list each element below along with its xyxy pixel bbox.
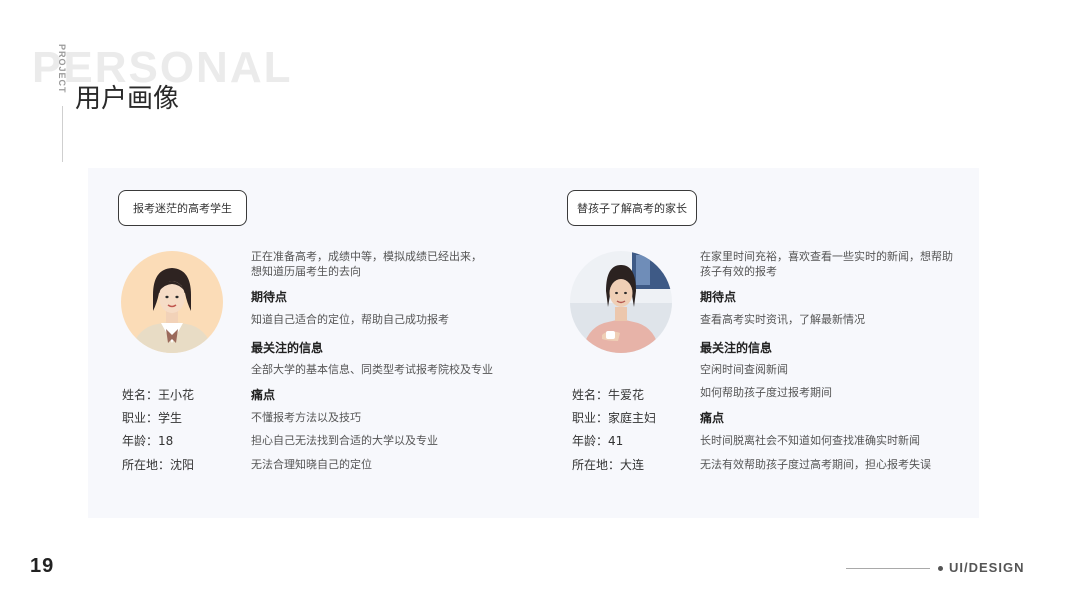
persona-1-expect-text: 知道自己适合的定位，帮助自己成功报考 — [251, 313, 449, 326]
persona-2-focus-text-1: 空闲时间查阅新闻 — [700, 363, 788, 376]
persona-2-intro-line2: 孩子有效的报考 — [700, 265, 777, 278]
persona-1-focus-heading: 最关注的信息 — [251, 341, 324, 355]
footer-label: UI/DESIGN — [949, 560, 1025, 575]
persona-1-pain-1: 不懂报考方法以及技巧 — [251, 411, 361, 424]
persona-2-location: 所在地：大连 — [572, 458, 645, 472]
footer-divider — [846, 568, 930, 569]
persona-2-tag: 替孩子了解高考的家长 — [567, 190, 697, 226]
persona-2-expect-heading: 期待点 — [700, 290, 737, 304]
footer-dot-icon — [938, 566, 943, 571]
persona-1-pain-2: 担心自己无法找到合适的大学以及专业 — [251, 434, 438, 447]
persona-1-pain-heading: 痛点 — [251, 388, 276, 402]
persona-2-pain-2: 无法有效帮助孩子度过高考期间，担心报考失误 — [700, 458, 931, 471]
persona-1-avatar — [121, 251, 223, 353]
persona-2-pain-heading: 痛点 — [700, 411, 725, 425]
persona-1-age: 年龄：18 — [122, 434, 174, 448]
persona-2-age: 年龄：41 — [572, 434, 624, 448]
parent-portrait-icon — [570, 251, 672, 353]
persona-2-pain-1: 长时间脱离社会不知道如何查找准确实时新闻 — [700, 434, 920, 447]
persona-1-job: 职业：学生 — [122, 411, 183, 425]
persona-1-focus-text: 全部大学的基本信息、同类型考试报考院校及专业 — [251, 363, 493, 376]
page-number: 19 — [30, 555, 55, 577]
persona-2-focus-text-2: 如何帮助孩子度过报考期间 — [700, 386, 832, 399]
page-title: 用户画像 — [75, 84, 180, 114]
persona-1-intro-line1: 正在准备高考，成绩中等，模拟成绩已经出来， — [251, 250, 482, 263]
persona-2-name: 姓名：牛爱花 — [572, 388, 645, 402]
student-portrait-icon — [121, 251, 223, 353]
persona-2-job: 职业：家庭主妇 — [572, 411, 657, 425]
persona-1-name: 姓名：王小花 — [122, 388, 195, 402]
persona-2-focus-heading: 最关注的信息 — [700, 341, 773, 355]
persona-1-expect-heading: 期待点 — [251, 290, 288, 304]
persona-2-avatar — [570, 251, 672, 353]
persona-1-location: 所在地：沈阳 — [122, 458, 195, 472]
persona-1-tag: 报考迷茫的高考学生 — [118, 190, 247, 226]
vertical-label: PROJECT — [57, 44, 67, 94]
persona-2-expect-text: 查看高考实时资讯，了解最新情况 — [700, 313, 865, 326]
persona-2-intro-line1: 在家里时间充裕，喜欢查看一些实时的新闻，想帮助 — [700, 250, 953, 263]
header-divider — [62, 106, 63, 162]
persona-1-intro-line2: 想知道历届考生的去向 — [251, 265, 361, 278]
persona-1-pain-3: 无法合理知晓自己的定位 — [251, 458, 372, 471]
